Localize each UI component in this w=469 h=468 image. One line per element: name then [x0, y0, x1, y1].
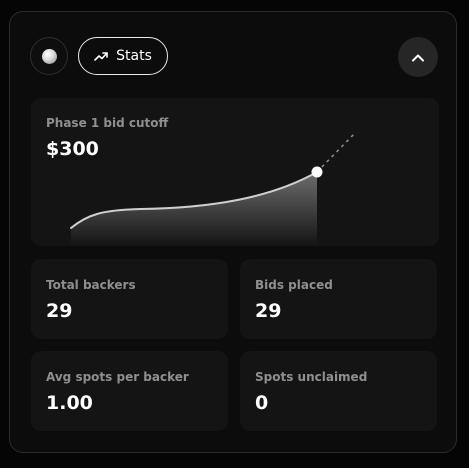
curve-area [71, 172, 317, 246]
avatar-button[interactable] [30, 37, 68, 75]
stats-panel: Stats Phase 1 bid cutoff $300 Total back… [9, 11, 457, 453]
avg-spots-card: Avg spots per backer 1.00 [31, 351, 228, 431]
bids-placed-value: 29 [255, 300, 282, 322]
trending-up-icon [94, 50, 108, 62]
orb-icon [41, 48, 57, 64]
spots-unclaimed-value: 0 [255, 392, 269, 414]
bids-placed-label: Bids placed [255, 278, 333, 292]
total-backers-label: Total backers [46, 278, 136, 292]
avg-spots-label: Avg spots per backer [46, 370, 189, 384]
bid-cutoff-value: $300 [46, 138, 99, 160]
total-backers-card: Total backers 29 [31, 259, 228, 339]
projection-line [316, 132, 356, 173]
stats-button-label: Stats [116, 48, 152, 64]
chevron-up-icon [411, 48, 425, 67]
collapse-button[interactable] [398, 37, 438, 77]
bid-cutoff-card: Phase 1 bid cutoff $300 [31, 98, 439, 246]
avg-spots-value: 1.00 [46, 392, 93, 414]
cutoff-point [311, 166, 323, 178]
stats-button[interactable]: Stats [78, 37, 168, 75]
spots-unclaimed-card: Spots unclaimed 0 [240, 351, 437, 431]
bid-cutoff-label: Phase 1 bid cutoff [46, 116, 169, 130]
total-backers-value: 29 [46, 300, 73, 322]
spots-unclaimed-label: Spots unclaimed [255, 370, 368, 384]
bids-placed-card: Bids placed 29 [240, 259, 437, 339]
